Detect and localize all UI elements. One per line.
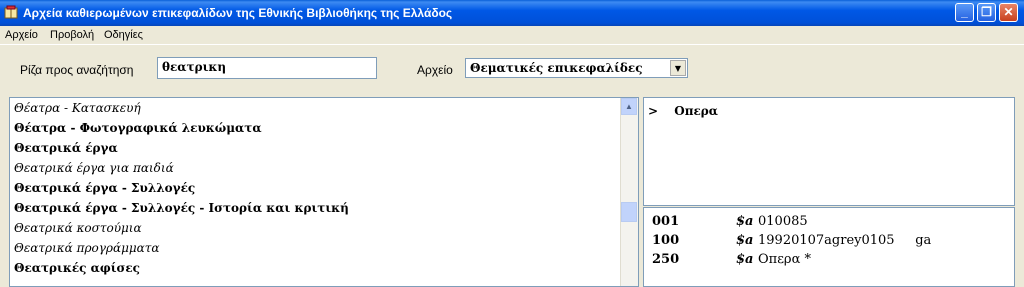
minimize-button[interactable]: _ bbox=[955, 3, 974, 22]
menu-help[interactable]: Οδηγίες bbox=[104, 29, 143, 41]
menu-view[interactable]: Προβολή bbox=[50, 29, 94, 41]
list-item[interactable]: Θέατρα - Κατασκευή bbox=[10, 98, 638, 118]
headings-list: Θέατρα - Κατασκευή Θέατρα - Φωτογραφικά … bbox=[9, 97, 639, 287]
menu-bar: Αρχείο Προβολή Οδηγίες bbox=[0, 26, 1024, 44]
marc-subfield: $a bbox=[736, 252, 754, 267]
scroll-thumb[interactable] bbox=[621, 202, 637, 222]
list-item[interactable]: Θεατρικά έργα - Συλλογές bbox=[10, 178, 638, 198]
list-item[interactable]: Θεατρικά έργα bbox=[10, 138, 638, 158]
title-bar: Αρχεία καθιερωμένων επικεφαλίδων της Εθν… bbox=[0, 0, 1024, 26]
maximize-icon: ❐ bbox=[981, 5, 992, 19]
close-icon: ✕ bbox=[1003, 5, 1014, 19]
reference-row[interactable]: > Οπερα bbox=[648, 104, 718, 118]
marc-tag: 001 bbox=[652, 214, 680, 229]
window-title: Αρχεία καθιερωμένων επικεφαλίδων της Εθν… bbox=[23, 6, 453, 20]
file-select-value: Θεματικές επικεφαλίδες bbox=[470, 61, 643, 75]
list-item[interactable]: Θεατρικές αφίσες bbox=[10, 258, 638, 278]
marc-tag: 250 bbox=[652, 252, 680, 267]
list-item[interactable]: Θέατρα - Φωτογραφικά λευκώματα bbox=[10, 118, 638, 138]
reference-text: Οπερα bbox=[674, 104, 718, 118]
marc-value: 19920107agrey0105 ga bbox=[758, 233, 932, 248]
maximize-button[interactable]: ❐ bbox=[977, 3, 996, 22]
search-toolbar: Ρίζα προς αναζήτηση θεατρικη Αρχείο Θεμα… bbox=[0, 44, 1024, 95]
file-label: Αρχείο bbox=[417, 63, 453, 77]
close-button[interactable]: ✕ bbox=[999, 3, 1018, 22]
chevron-down-icon[interactable]: ▼ bbox=[670, 60, 686, 76]
app-book-icon bbox=[4, 5, 18, 19]
scroll-up-icon[interactable]: ▲ bbox=[621, 98, 637, 115]
menu-file[interactable]: Αρχείο bbox=[5, 29, 38, 41]
headings-list-items: Θέατρα - Κατασκευή Θέατρα - Φωτογραφικά … bbox=[10, 98, 638, 278]
file-select[interactable]: Θεματικές επικεφαλίδες ▼ bbox=[465, 58, 688, 78]
reference-marker-icon: > bbox=[648, 104, 659, 118]
list-item[interactable]: Θεατρικά κοστούμια bbox=[10, 218, 638, 238]
marc-value: 010085 bbox=[758, 214, 808, 229]
minimize-icon: _ bbox=[961, 5, 968, 19]
list-item[interactable]: Θεατρικά έργα - Συλλογές - Ιστορία και κ… bbox=[10, 198, 638, 218]
marc-tag: 100 bbox=[652, 233, 680, 248]
marc-subfield: $a bbox=[736, 214, 754, 229]
list-item[interactable]: Θεατρικά προγράμματα bbox=[10, 238, 638, 258]
references-panel: > Οπερα bbox=[643, 97, 1015, 206]
marc-value: Οπερα * bbox=[758, 252, 811, 267]
root-search-input[interactable]: θεατρικη bbox=[157, 57, 377, 79]
vertical-scrollbar[interactable]: ▲ bbox=[620, 98, 638, 286]
list-item[interactable]: Θεατρικά έργα για παιδιά bbox=[10, 158, 638, 178]
marc-record-panel: 001 $a 010085 100 $a 19920107agrey0105 g… bbox=[643, 207, 1015, 287]
marc-subfield: $a bbox=[736, 233, 754, 248]
root-label: Ρίζα προς αναζήτηση bbox=[20, 63, 134, 77]
